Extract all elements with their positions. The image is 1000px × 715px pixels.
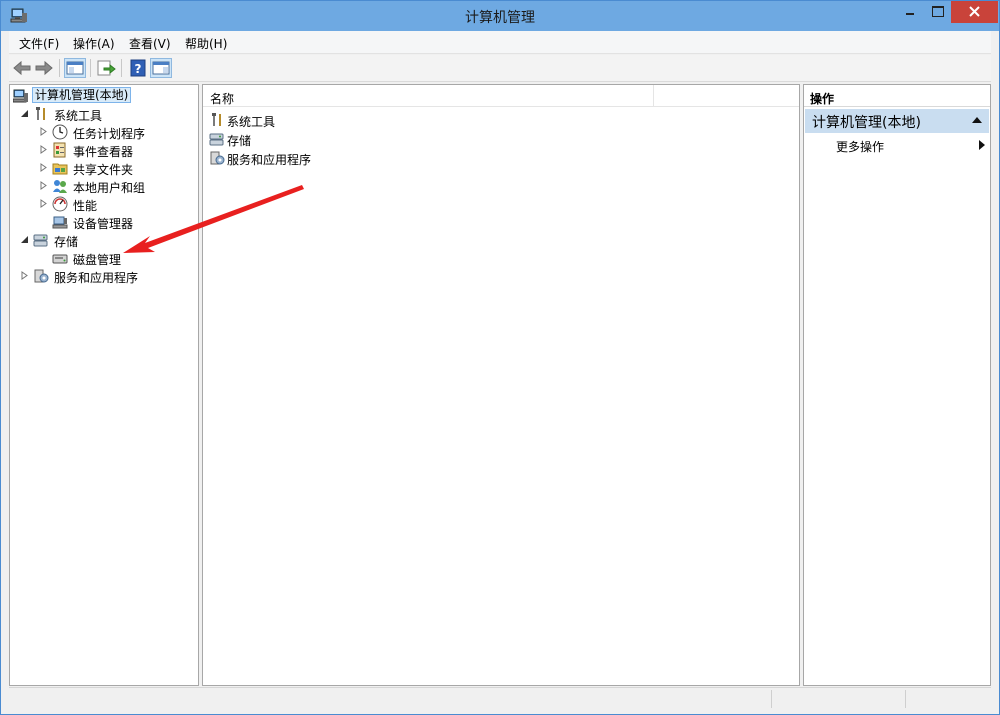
performance-gauge-icon xyxy=(52,196,68,212)
action-pane-icon xyxy=(152,61,170,75)
tree-item-label: 存储 xyxy=(54,235,79,249)
column-divider[interactable] xyxy=(653,85,654,107)
help-icon[interactable]: ? xyxy=(127,58,149,78)
menu-view[interactable]: 查看(V) xyxy=(129,35,171,52)
tree-item-local-users[interactable]: 本地用户和组 xyxy=(13,177,193,195)
tree-item-root[interactable]: 计算机管理(本地) xyxy=(13,87,193,105)
toolbar-separator xyxy=(121,59,122,77)
actions-section-header[interactable]: 计算机管理(本地) xyxy=(805,109,989,133)
results-list-pane[interactable]: 名称 系统工具 存储 服务和应用程序 xyxy=(202,84,800,686)
actions-section-title: 计算机管理(本地) xyxy=(812,115,921,131)
collapsed-triangle-icon[interactable] xyxy=(40,127,48,136)
show-hide-action-pane-button[interactable] xyxy=(150,58,172,78)
forward-arrow-icon[interactable] xyxy=(33,58,55,78)
submenu-arrow-icon[interactable] xyxy=(979,140,985,150)
toolbar: ? xyxy=(9,55,991,82)
computer-management-window: 计算机管理 文件(F) 操作(A) 查看(V) 帮助(H) ? 计算机管理(本地… xyxy=(0,0,1000,715)
tree-item-services-apps[interactable]: 服务和应用程序 xyxy=(13,267,193,285)
tools-icon xyxy=(212,113,221,126)
status-segment xyxy=(771,690,905,708)
status-segment xyxy=(905,690,991,708)
tree-item-storage[interactable]: 存储 xyxy=(13,231,193,249)
clock-icon xyxy=(52,124,68,140)
list-item-label: 存储 xyxy=(227,134,252,148)
console-tree-icon xyxy=(66,61,84,75)
back-arrow-icon[interactable] xyxy=(11,58,33,78)
disk-drive-icon xyxy=(52,254,68,264)
collapsed-triangle-icon[interactable] xyxy=(40,199,48,208)
collapse-triangle-icon[interactable] xyxy=(972,117,982,123)
tree-item-label: 设备管理器 xyxy=(73,217,134,231)
tree-item-label: 本地用户和组 xyxy=(73,181,146,195)
event-log-icon xyxy=(53,142,66,158)
tree-item-performance[interactable]: 性能 xyxy=(13,195,193,213)
tree-item-disk-management[interactable]: 磁盘管理 xyxy=(13,249,193,267)
list-item-label: 服务和应用程序 xyxy=(227,153,312,167)
storage-icon xyxy=(33,234,48,247)
actions-header: 操作 xyxy=(804,85,990,107)
status-bar xyxy=(9,687,991,709)
tree-item-task-scheduler[interactable]: 任务计划程序 xyxy=(13,123,193,141)
tree-item-event-viewer[interactable]: 事件查看器 xyxy=(13,141,193,159)
menu-bar: 文件(F) 操作(A) 查看(V) 帮助(H) xyxy=(9,31,991,54)
tree-item-device-manager[interactable]: 设备管理器 xyxy=(13,213,193,231)
tree-item-label: 共享文件夹 xyxy=(73,163,134,177)
tree-item-label: 磁盘管理 xyxy=(73,253,122,267)
collapsed-triangle-icon[interactable] xyxy=(40,145,48,154)
tree-item-label: 系统工具 xyxy=(54,109,103,123)
computer-management-icon xyxy=(13,89,28,103)
shared-folder-icon xyxy=(52,163,68,175)
tree-item-label: 性能 xyxy=(73,199,98,213)
tree-item-label: 事件查看器 xyxy=(73,145,134,159)
window-title: 计算机管理 xyxy=(465,10,535,26)
toolbar-separator xyxy=(59,59,60,77)
close-button[interactable] xyxy=(951,1,998,23)
console-tree-pane[interactable]: 计算机管理(本地) 系统工具 任务计划程序 事件查看器 共享文件夹 本地用户和组… xyxy=(9,84,199,686)
users-icon xyxy=(53,180,67,193)
maximize-button[interactable] xyxy=(924,1,950,23)
storage-icon xyxy=(209,133,224,146)
show-hide-console-tree-button[interactable] xyxy=(64,58,86,78)
menu-action[interactable]: 操作(A) xyxy=(73,35,115,52)
list-item-label: 系统工具 xyxy=(227,115,276,129)
expanded-triangle-icon[interactable] xyxy=(21,109,29,118)
menu-file[interactable]: 文件(F) xyxy=(19,35,59,52)
expanded-triangle-icon[interactable] xyxy=(21,235,29,244)
actions-header-label: 操作 xyxy=(810,92,835,106)
close-icon xyxy=(969,6,980,17)
minimize-button[interactable] xyxy=(896,1,924,23)
toolbar-separator xyxy=(90,59,91,77)
device-manager-icon xyxy=(52,216,68,229)
export-list-icon[interactable] xyxy=(95,58,117,78)
tree-item-system-tools[interactable]: 系统工具 xyxy=(13,105,193,123)
title-bar[interactable]: 计算机管理 xyxy=(1,1,999,31)
actions-pane: 操作 计算机管理(本地) 更多操作 xyxy=(803,84,991,686)
menu-help[interactable]: 帮助(H) xyxy=(185,35,227,52)
column-header[interactable]: 名称 xyxy=(203,85,799,107)
tree-item-shared-folders[interactable]: 共享文件夹 xyxy=(13,159,193,177)
collapsed-triangle-icon[interactable] xyxy=(21,271,29,280)
collapsed-triangle-icon[interactable] xyxy=(40,163,48,172)
more-actions-item[interactable]: 更多操作 xyxy=(836,138,884,155)
column-header-name[interactable]: 名称 xyxy=(210,90,234,107)
tree-item-label: 计算机管理(本地) xyxy=(32,87,132,103)
services-icon xyxy=(210,151,225,165)
tools-icon xyxy=(36,107,45,120)
services-icon xyxy=(34,269,49,283)
collapsed-triangle-icon[interactable] xyxy=(40,181,48,190)
tree-item-label: 服务和应用程序 xyxy=(54,271,139,285)
svg-text:?: ? xyxy=(135,62,142,76)
tree-item-label: 任务计划程序 xyxy=(73,127,146,141)
